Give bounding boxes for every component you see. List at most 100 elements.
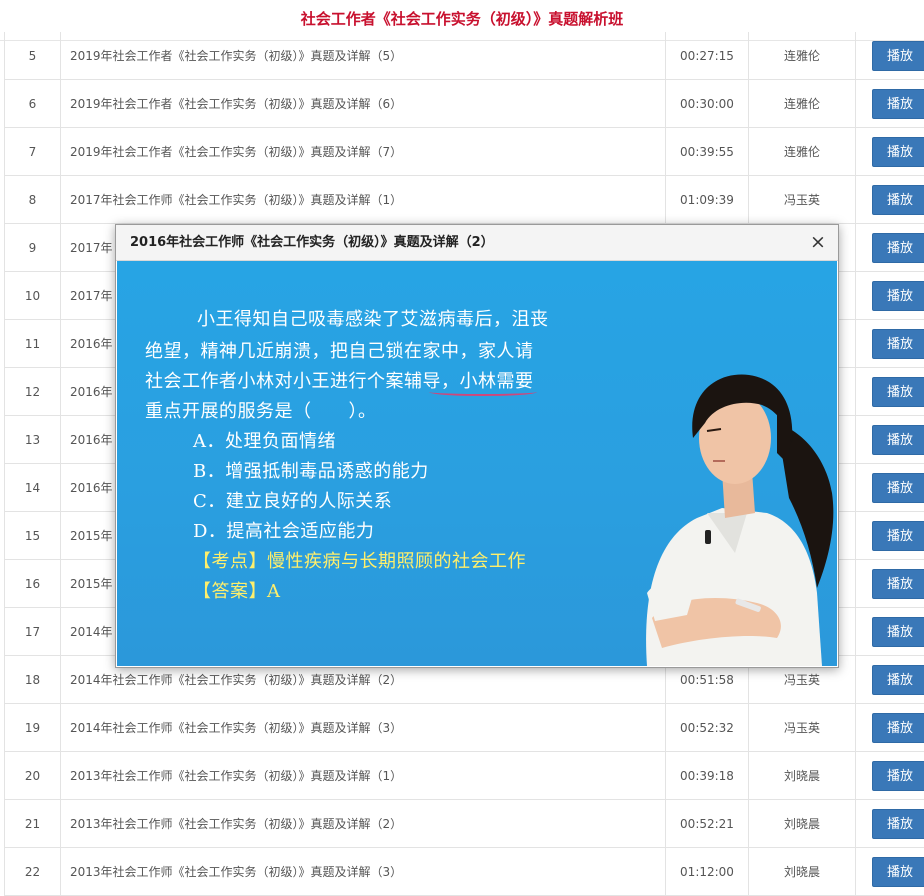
row-title: 2017年社会工作师《社会工作实务（初级）》真题及详解（1）	[61, 176, 666, 224]
video-text-line: C．建立良好的人际关系	[193, 487, 392, 513]
play-button[interactable]: 播放	[872, 857, 924, 887]
row-duration: 00:27:15	[666, 32, 749, 80]
play-button[interactable]: 播放	[872, 377, 924, 407]
row-title: 2019年社会工作者《社会工作实务（初级）》真题及详解（5）	[61, 32, 666, 80]
row-number: 13	[5, 416, 61, 464]
row-number: 22	[5, 848, 61, 896]
play-button[interactable]: 播放	[872, 521, 924, 551]
table-row: 62019年社会工作者《社会工作实务（初级）》真题及详解（6）00:30:00连…	[5, 80, 924, 128]
row-number: 15	[5, 512, 61, 560]
play-button[interactable]: 播放	[872, 89, 924, 119]
table-row: 212013年社会工作师《社会工作实务（初级）》真题及详解（2）00:52:21…	[5, 800, 924, 848]
row-action-cell: 播放	[856, 416, 924, 464]
table-row: 72019年社会工作者《社会工作实务（初级）》真题及详解（7）00:39:55连…	[5, 128, 924, 176]
row-title: 2013年社会工作师《社会工作实务（初级）》真题及详解（1）	[61, 752, 666, 800]
row-title: 2013年社会工作师《社会工作实务（初级）》真题及详解（2）	[61, 800, 666, 848]
play-button[interactable]: 播放	[872, 185, 924, 215]
row-teacher: 连雅伦	[749, 128, 856, 176]
row-action-cell: 播放	[856, 224, 924, 272]
row-action-cell: 播放	[856, 656, 924, 704]
row-action-cell: 播放	[856, 800, 924, 848]
row-action-cell: 播放	[856, 704, 924, 752]
play-button[interactable]: 播放	[872, 281, 924, 311]
row-action-cell: 播放	[856, 128, 924, 176]
row-duration: 00:52:32	[666, 704, 749, 752]
row-teacher: 刘晓晨	[749, 800, 856, 848]
play-button[interactable]: 播放	[872, 233, 924, 263]
play-button[interactable]: 播放	[872, 137, 924, 167]
annotation-underline	[429, 388, 537, 396]
row-action-cell: 播放	[856, 80, 924, 128]
row-number: 19	[5, 704, 61, 752]
row-action-cell: 播放	[856, 752, 924, 800]
play-button[interactable]: 播放	[872, 809, 924, 839]
play-button[interactable]: 播放	[872, 617, 924, 647]
row-number: 20	[5, 752, 61, 800]
row-action-cell: 播放	[856, 464, 924, 512]
row-duration: 01:09:39	[666, 176, 749, 224]
row-action-cell: 播放	[856, 272, 924, 320]
dialog-header: 2016年社会工作师《社会工作实务（初级）》真题及详解（2） ×	[116, 225, 838, 261]
row-number: 9	[5, 224, 61, 272]
play-button[interactable]: 播放	[872, 569, 924, 599]
row-teacher: 冯玉英	[749, 176, 856, 224]
video-text-line: A．处理负面情绪	[193, 427, 336, 453]
row-action-cell: 播放	[856, 320, 924, 368]
row-number: 7	[5, 128, 61, 176]
row-number: 5	[5, 32, 61, 80]
row-number: 11	[5, 320, 61, 368]
video-text-line: 重点开展的服务是（ ）。	[145, 397, 377, 423]
table-row: 52019年社会工作者《社会工作实务（初级）》真题及详解（5）00:27:15连…	[5, 32, 924, 80]
row-action-cell: 播放	[856, 512, 924, 560]
table-row: 202013年社会工作师《社会工作实务（初级）》真题及详解（1）00:39:18…	[5, 752, 924, 800]
row-title: 2014年社会工作师《社会工作实务（初级）》真题及详解（3）	[61, 704, 666, 752]
row-number: 8	[5, 176, 61, 224]
row-number: 21	[5, 800, 61, 848]
play-button[interactable]: 播放	[872, 329, 924, 359]
play-button[interactable]: 播放	[872, 425, 924, 455]
presenter-figure	[627, 353, 837, 666]
video-text-line: B．增强抵制毒品诱惑的能力	[193, 457, 429, 483]
row-action-cell: 播放	[856, 368, 924, 416]
row-action-cell: 播放	[856, 608, 924, 656]
row-number: 14	[5, 464, 61, 512]
row-duration: 00:30:00	[666, 80, 749, 128]
play-button[interactable]: 播放	[872, 41, 924, 71]
play-button[interactable]: 播放	[872, 473, 924, 503]
row-number: 16	[5, 560, 61, 608]
play-button[interactable]: 播放	[872, 665, 924, 695]
dialog-title: 2016年社会工作师《社会工作实务（初级）》真题及详解（2）	[130, 225, 494, 260]
row-number: 6	[5, 80, 61, 128]
row-action-cell: 播放	[856, 176, 924, 224]
video-frame[interactable]: 小王得知自己吸毒感染了艾滋病毒后，沮丧 绝望，精神几近崩溃，把自己锁在家中，家人…	[117, 261, 837, 666]
row-action-cell: 播放	[856, 560, 924, 608]
row-number: 12	[5, 368, 61, 416]
row-teacher: 刘晓晨	[749, 848, 856, 896]
row-duration: 00:39:55	[666, 128, 749, 176]
table-row: 82017年社会工作师《社会工作实务（初级）》真题及详解（1）01:09:39冯…	[5, 176, 924, 224]
row-teacher: 连雅伦	[749, 32, 856, 80]
close-icon[interactable]: ×	[808, 232, 828, 252]
video-player-dialog: 2016年社会工作师《社会工作实务（初级）》真题及详解（2） × 小王得知自己吸…	[115, 224, 839, 668]
row-teacher: 冯玉英	[749, 704, 856, 752]
row-number: 17	[5, 608, 61, 656]
row-title: 2019年社会工作者《社会工作实务（初级）》真题及详解（6）	[61, 80, 666, 128]
row-teacher: 刘晓晨	[749, 752, 856, 800]
row-duration: 00:39:18	[666, 752, 749, 800]
row-duration: 01:12:00	[666, 848, 749, 896]
row-title: 2013年社会工作师《社会工作实务（初级）》真题及详解（3）	[61, 848, 666, 896]
video-text-line: 绝望，精神几近崩溃，把自己锁在家中，家人请	[145, 337, 534, 363]
row-action-cell: 播放	[856, 32, 924, 80]
video-text-line: 【答案】A	[193, 577, 281, 603]
play-button[interactable]: 播放	[872, 713, 924, 743]
play-button[interactable]: 播放	[872, 761, 924, 791]
row-number: 18	[5, 656, 61, 704]
table-row: 222013年社会工作师《社会工作实务（初级）》真题及详解（3）01:12:00…	[5, 848, 924, 896]
video-text-line: D．提高社会适应能力	[193, 517, 374, 543]
video-text-line: 【考点】慢性疾病与长期照顾的社会工作	[193, 547, 526, 573]
row-number: 10	[5, 272, 61, 320]
row-title: 2019年社会工作者《社会工作实务（初级）》真题及详解（7）	[61, 128, 666, 176]
row-duration: 00:52:21	[666, 800, 749, 848]
row-action-cell: 播放	[856, 848, 924, 896]
video-text-line: 小王得知自己吸毒感染了艾滋病毒后，沮丧	[197, 305, 549, 331]
